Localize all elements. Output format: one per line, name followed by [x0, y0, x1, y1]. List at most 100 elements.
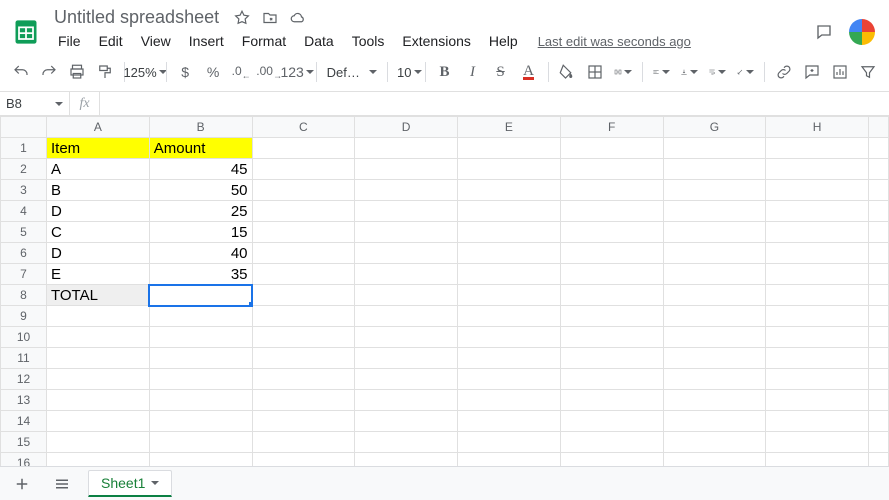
cell-H14[interactable]	[766, 411, 869, 432]
cell-H7[interactable]	[766, 264, 869, 285]
cell-F4[interactable]	[560, 201, 663, 222]
formula-input[interactable]	[100, 92, 889, 115]
cell-E5[interactable]	[458, 222, 561, 243]
increase-decimal-button[interactable]: .00→	[256, 59, 282, 85]
cell-A11[interactable]	[47, 348, 150, 369]
borders-button[interactable]	[582, 59, 608, 85]
menu-extensions[interactable]: Extensions	[394, 29, 478, 53]
cell-F9[interactable]	[560, 306, 663, 327]
column-header-B[interactable]: B	[149, 117, 252, 138]
menu-view[interactable]: View	[133, 29, 179, 53]
cell-E1[interactable]	[458, 138, 561, 159]
cell-C14[interactable]	[252, 411, 355, 432]
cell-B11[interactable]	[149, 348, 252, 369]
cell-D9[interactable]	[355, 306, 458, 327]
percent-button[interactable]: %	[200, 59, 226, 85]
cell-D3[interactable]	[355, 180, 458, 201]
menu-tools[interactable]: Tools	[344, 29, 393, 53]
redo-button[interactable]	[36, 59, 62, 85]
insert-link-button[interactable]	[771, 59, 797, 85]
cell-G12[interactable]	[663, 369, 766, 390]
bold-button[interactable]: B	[432, 59, 458, 85]
cell-G11[interactable]	[663, 348, 766, 369]
currency-button[interactable]: $	[172, 59, 198, 85]
row-header-4[interactable]: 4	[1, 201, 47, 222]
merge-cells-dropdown[interactable]	[610, 59, 636, 85]
text-wrap-dropdown[interactable]	[704, 59, 730, 85]
text-color-button[interactable]: A	[516, 59, 542, 85]
cell-C16[interactable]	[252, 453, 355, 467]
cell-B13[interactable]	[149, 390, 252, 411]
cell-B3[interactable]: 50	[149, 180, 252, 201]
cell-A2[interactable]: A	[47, 159, 150, 180]
cell-B8[interactable]	[149, 285, 252, 306]
cell-C5[interactable]	[252, 222, 355, 243]
sheet-tab-active[interactable]: Sheet1	[88, 470, 172, 497]
cell-H1[interactable]	[766, 138, 869, 159]
italic-button[interactable]: I	[460, 59, 486, 85]
font-size-dropdown[interactable]: 10	[393, 59, 419, 85]
cell-H3[interactable]	[766, 180, 869, 201]
cell-F3[interactable]	[560, 180, 663, 201]
cell-B10[interactable]	[149, 327, 252, 348]
cell-H13[interactable]	[766, 390, 869, 411]
font-family-dropdown[interactable]: Default (Ari...	[323, 59, 381, 85]
row-header-14[interactable]: 14	[1, 411, 47, 432]
cell-G15[interactable]	[663, 432, 766, 453]
cell-A4[interactable]: D	[47, 201, 150, 222]
cell-C11[interactable]	[252, 348, 355, 369]
cell-E12[interactable]	[458, 369, 561, 390]
cell-C2[interactable]	[252, 159, 355, 180]
row-header-16[interactable]: 16	[1, 453, 47, 467]
cell-C3[interactable]	[252, 180, 355, 201]
cell-B1[interactable]: Amount	[149, 138, 252, 159]
cell-G7[interactable]	[663, 264, 766, 285]
cell-G6[interactable]	[663, 243, 766, 264]
cell-H12[interactable]	[766, 369, 869, 390]
row-header-5[interactable]: 5	[1, 222, 47, 243]
cell-C8[interactable]	[252, 285, 355, 306]
last-edit-link[interactable]: Last edit was seconds ago	[538, 34, 691, 49]
cell-C13[interactable]	[252, 390, 355, 411]
menu-help[interactable]: Help	[481, 29, 526, 53]
cell-F7[interactable]	[560, 264, 663, 285]
horizontal-align-dropdown[interactable]	[648, 59, 674, 85]
cell-C9[interactable]	[252, 306, 355, 327]
row-header-13[interactable]: 13	[1, 390, 47, 411]
cell-A12[interactable]	[47, 369, 150, 390]
cell-D8[interactable]	[355, 285, 458, 306]
cell-H5[interactable]	[766, 222, 869, 243]
cell-C15[interactable]	[252, 432, 355, 453]
spreadsheet-grid[interactable]: ABCDEFGH1ItemAmount2A453B504D255C156D407…	[0, 116, 889, 466]
cell-F16[interactable]	[560, 453, 663, 467]
select-all-corner[interactable]	[1, 117, 47, 138]
menu-file[interactable]: File	[50, 29, 89, 53]
filter-button[interactable]	[855, 59, 881, 85]
column-header-H[interactable]: H	[766, 117, 869, 138]
cell-G10[interactable]	[663, 327, 766, 348]
cell-B2[interactable]: 45	[149, 159, 252, 180]
decrease-decimal-button[interactable]: .0←	[228, 59, 254, 85]
cell-B9[interactable]	[149, 306, 252, 327]
cell-E11[interactable]	[458, 348, 561, 369]
cell-F8[interactable]	[560, 285, 663, 306]
cell-E15[interactable]	[458, 432, 561, 453]
row-header-10[interactable]: 10	[1, 327, 47, 348]
row-header-3[interactable]: 3	[1, 180, 47, 201]
cell-C6[interactable]	[252, 243, 355, 264]
cell-F11[interactable]	[560, 348, 663, 369]
menu-edit[interactable]: Edit	[91, 29, 131, 53]
cell-G16[interactable]	[663, 453, 766, 467]
vertical-align-dropdown[interactable]	[676, 59, 702, 85]
cell-F6[interactable]	[560, 243, 663, 264]
cell-C12[interactable]	[252, 369, 355, 390]
cell-A1[interactable]: Item	[47, 138, 150, 159]
cell-F13[interactable]	[560, 390, 663, 411]
row-header-1[interactable]: 1	[1, 138, 47, 159]
cell-G9[interactable]	[663, 306, 766, 327]
move-icon[interactable]	[261, 9, 279, 27]
cell-E3[interactable]	[458, 180, 561, 201]
cell-B15[interactable]	[149, 432, 252, 453]
text-rotation-dropdown[interactable]	[732, 59, 758, 85]
row-header-11[interactable]: 11	[1, 348, 47, 369]
